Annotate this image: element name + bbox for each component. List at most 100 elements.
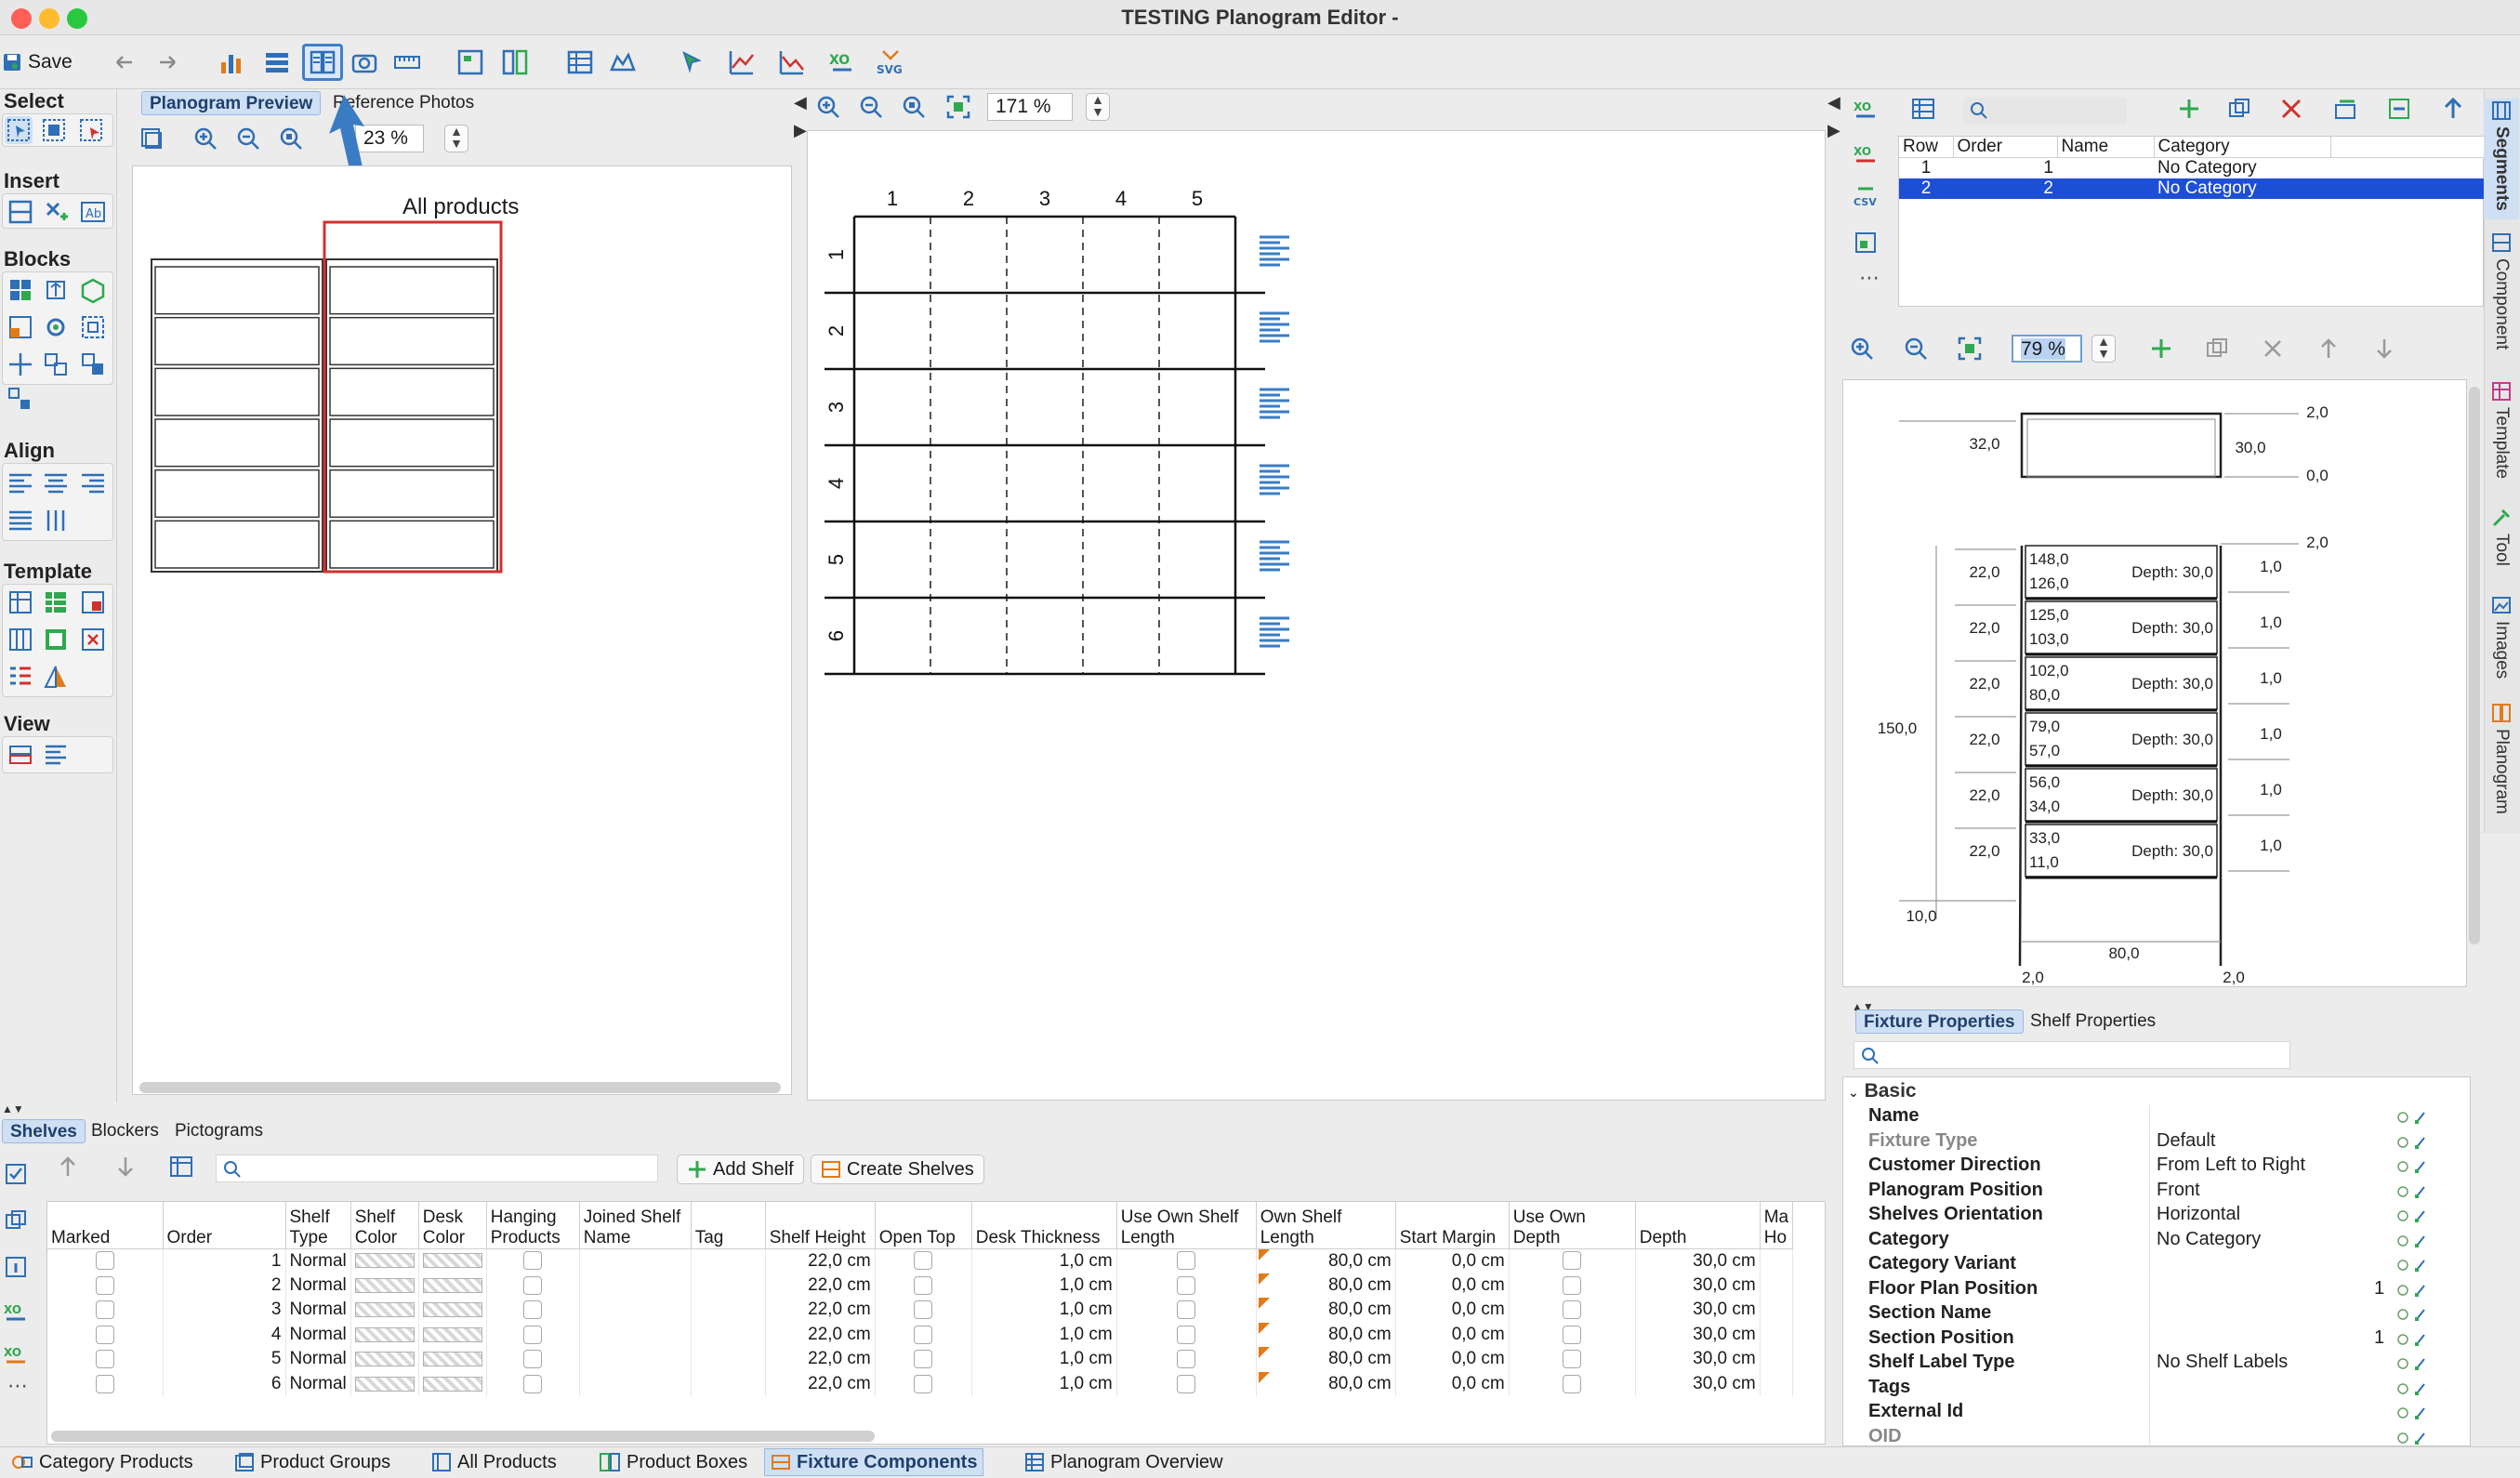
side-tab-template[interactable]: Template [2484,381,2519,493]
shelves-column-header[interactable]: Use Own Shelf Length [1116,1202,1257,1249]
shelves-scrollbar[interactable] [51,1431,875,1442]
main-zoom-in-button[interactable] [814,93,842,121]
shelf-label-icon[interactable] [1260,311,1289,343]
preview-zoom-out-button[interactable] [234,125,262,152]
template-remove-icon[interactable] [79,626,107,653]
shelf-cell[interactable]: 0,0 cm [1395,1371,1510,1396]
property-reset-icon[interactable] [2396,1109,2428,1126]
property-row[interactable]: Planogram Position Front [1861,1179,2437,1204]
shelves-column-header[interactable]: Ma Ho [1760,1202,1794,1249]
shelves-column-header[interactable]: Order [163,1202,286,1249]
properties-search-input[interactable] [1854,1041,2290,1069]
fixture-fit-button[interactable] [1956,335,1984,363]
segments-csv-button[interactable]: CSV [1852,184,1880,212]
tab-shelves[interactable]: Shelves [2,1119,86,1143]
preview-zoom-in-button[interactable] [191,125,219,152]
fixture-view-button[interactable] [454,46,487,79]
shelf-cell[interactable]: 0,0 cm [1395,1298,1510,1323]
shelf-cell[interactable]: 0,0 cm [1395,1322,1510,1347]
shelf-cell[interactable]: 80,0 cm [1256,1347,1396,1372]
segments-xo2-button[interactable]: XO [1852,139,1880,167]
shelf-cell[interactable]: 30,0 cm [1635,1248,1761,1273]
shelf-cell[interactable]: 1,0 cm [971,1298,1117,1323]
use-own-depth-checkbox[interactable] [1563,1275,1582,1295]
shelf-cell[interactable]: 22,0 cm [765,1298,876,1323]
chart-button[interactable] [725,46,759,79]
fixture-canvas[interactable]: 32,0 2,0 0,0 30,0 150,0 2,0 148,0 126,0 Depth: 3… [1842,379,2467,987]
shelves-more-icon[interactable]: ⋯ [7,1374,28,1398]
shelves-xo-button[interactable]: XO [2,1298,30,1326]
property-reset-icon[interactable] [2396,1158,2428,1175]
expand-right-arrow[interactable]: ▶ [1827,121,1841,140]
desk-color-swatch[interactable] [422,1302,482,1318]
property-row[interactable]: Fixture Type Default [1861,1129,2437,1155]
preview-zoom-reset-button[interactable] [277,125,305,152]
tab-fixture-properties[interactable]: Fixture Properties [1855,1010,2024,1034]
open-top-checkbox[interactable] [914,1350,933,1369]
hanging-products-checkbox[interactable] [523,1275,543,1295]
main-zoom-stepper[interactable]: ▲ ▼ [1086,93,1110,121]
property-reset-icon[interactable] [2396,1306,2428,1323]
shelf-cell[interactable]: 0,0 cm [1395,1347,1510,1372]
shelves-xo2-button[interactable]: XO [2,1340,30,1368]
shelf-cell[interactable]: 1,0 cm [971,1347,1117,1372]
use-own-length-checkbox[interactable] [1177,1350,1196,1369]
hanging-products-checkbox[interactable] [523,1251,543,1271]
fixture-move-down-button[interactable] [2370,335,2398,363]
property-reset-icon[interactable] [2396,1355,2428,1372]
segments-header-order[interactable]: Order [1953,137,2058,158]
desk-color-swatch[interactable] [422,1277,482,1293]
shelf-cell[interactable]: Normal [285,1371,351,1396]
property-row[interactable]: Section Position 1 [1861,1326,2437,1352]
planogram-canvas[interactable]: 1 2 3 4 5 1 2 3 4 5 6 [807,130,1826,1101]
redo-button[interactable] [151,46,184,79]
tab-category-products[interactable]: Category Products [6,1448,199,1476]
property-row[interactable]: Floor Plan Position 1 [1861,1277,2437,1302]
desk-color-swatch[interactable] [422,1376,482,1392]
shelf-cell[interactable]: 80,0 cm [1256,1322,1396,1347]
insert-x-icon[interactable] [42,198,70,226]
property-reset-icon[interactable] [2396,1405,2428,1421]
property-reset-icon[interactable] [2396,1134,2428,1151]
segments-move-up-button[interactable] [2439,95,2467,123]
use-own-depth-checkbox[interactable] [1563,1374,1582,1393]
shelf-color-swatch[interactable] [354,1302,415,1318]
shelves-move-up-button[interactable] [54,1153,82,1181]
tab-planogram-preview[interactable]: Planogram Preview [141,91,322,115]
segments-header-category[interactable]: Category [2154,137,2331,158]
shelf-cell[interactable]: 80,0 cm [1256,1248,1396,1273]
main-zoom-field[interactable]: 171 % [987,93,1073,121]
block-move-icon[interactable] [7,350,34,378]
open-top-checkbox[interactable] [914,1325,933,1344]
segments-add-button[interactable] [2175,95,2203,123]
table-row[interactable]: 6 Normal 22,0 cm 1,0 cm 80,0 cm 0,0 cm 30,0 cm [47,1371,1794,1396]
shelf-cell[interactable]: 30,0 cm [1635,1273,1761,1298]
shelf-cell[interactable]: 6 [163,1371,286,1396]
marked-checkbox[interactable] [95,1350,114,1369]
shelves-column-header[interactable]: Tag [691,1202,766,1249]
use-own-depth-checkbox[interactable] [1563,1251,1582,1271]
shelf-color-swatch[interactable] [354,1376,415,1392]
fixture-zoom-out-button[interactable] [1902,335,1930,363]
property-reset-icon[interactable] [2396,1380,2428,1397]
fixture-scrollbar[interactable] [2469,387,2480,944]
insert-shelf-icon[interactable] [7,198,34,226]
shelf-label-icon[interactable] [1260,464,1289,495]
tab-product-boxes[interactable]: Product Boxes [593,1448,753,1476]
hanging-products-checkbox[interactable] [523,1300,543,1320]
shelves-check-button[interactable] [2,1160,30,1188]
use-own-length-checkbox[interactable] [1177,1374,1196,1393]
side-tab-tool[interactable]: Tool [2484,508,2519,582]
property-row[interactable]: Category No Category [1861,1228,2437,1253]
shelves-column-header[interactable]: Joined Shelf Name [579,1202,692,1249]
fixture-zoom-in-button[interactable] [1848,335,1876,363]
use-own-length-checkbox[interactable] [1177,1275,1196,1295]
pointer-tool-button[interactable] [675,46,708,79]
shelf-color-swatch[interactable] [354,1352,415,1367]
property-reset-icon[interactable] [2396,1183,2428,1200]
property-reset-icon[interactable] [2396,1207,2428,1224]
preview-toggle-button[interactable] [302,44,343,81]
view-rows-icon[interactable] [42,741,70,769]
open-top-checkbox[interactable] [914,1300,933,1320]
side-tab-planogram[interactable]: Planogram [2484,703,2519,833]
